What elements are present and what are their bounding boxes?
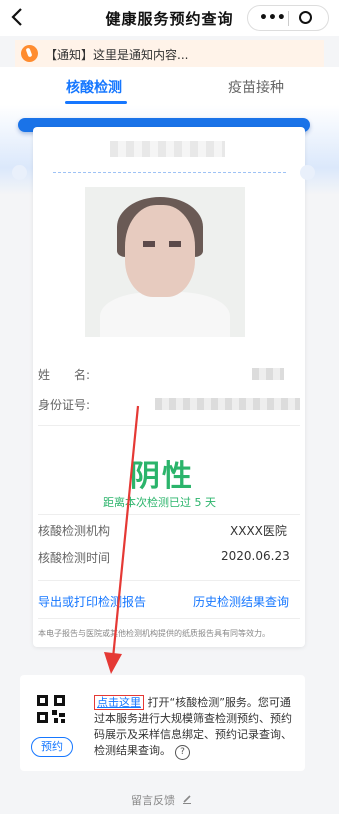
pencil-icon [182, 795, 191, 804]
section-divider [38, 618, 300, 619]
test-time-label: 核酸检测时间 [38, 551, 111, 565]
top-bar: 健康服务预约查询 ••• [0, 0, 339, 36]
name-value-blurred [252, 368, 284, 380]
section-divider [38, 425, 300, 426]
service-description: 点击这里 打开“核酸检测”服务。您可通过本服务进行大规模筛查检测预约、预约码展示… [94, 695, 300, 760]
section-divider [38, 580, 300, 581]
days-since-test: 距离本次检测已过 5 天 [103, 496, 216, 509]
blurred-header-text [110, 141, 225, 157]
close-circle-icon[interactable] [299, 11, 312, 24]
section-divider [38, 514, 300, 515]
test-result-status: 阴性 [130, 459, 194, 494]
notice-banner[interactable]: 【通知】这里是通知内容... [15, 40, 324, 67]
feedback-link[interactable]: 留言反馈 [131, 792, 192, 808]
tab-nucleic-test[interactable]: 核酸检测 [66, 77, 122, 97]
book-button[interactable]: 预约 [31, 737, 73, 757]
help-icon[interactable]: ? [175, 745, 190, 760]
mini-program-capsule: ••• [247, 5, 329, 31]
name-label: 姓 名: [38, 368, 91, 382]
card-notch-left [12, 165, 27, 180]
card-notch-right [300, 165, 315, 180]
history-results-link[interactable]: 历史检测结果查询 [193, 593, 289, 610]
card-dashed-divider [53, 172, 286, 173]
megaphone-icon [21, 45, 38, 62]
disclaimer-text: 本电子报告与医院或其他检测机构提供的纸质报告具有同等效力。 [38, 629, 270, 638]
person-photo [85, 187, 245, 337]
institution-value: XXXX医院 [230, 524, 287, 538]
click-here-link[interactable]: 点击这里 [94, 695, 144, 710]
tab-bar: 核酸检测 疫苗接种 [0, 67, 339, 105]
id-label: 身份证号: [38, 398, 91, 412]
capsule-divider [288, 11, 289, 26]
test-time-value: 2020.06.23 [221, 549, 290, 563]
id-value-blurred [155, 398, 300, 410]
notice-text: 【通知】这里是通知内容... [45, 48, 189, 62]
export-report-link[interactable]: 导出或打印检测报告 [38, 593, 146, 610]
qr-code-icon[interactable] [37, 695, 65, 723]
feedback-label: 留言反馈 [131, 794, 175, 807]
active-tab-indicator [65, 101, 127, 104]
more-icon[interactable]: ••• [259, 11, 286, 25]
institution-label: 核酸检测机构 [38, 524, 111, 538]
tab-vaccination[interactable]: 疫苗接种 [228, 77, 284, 97]
